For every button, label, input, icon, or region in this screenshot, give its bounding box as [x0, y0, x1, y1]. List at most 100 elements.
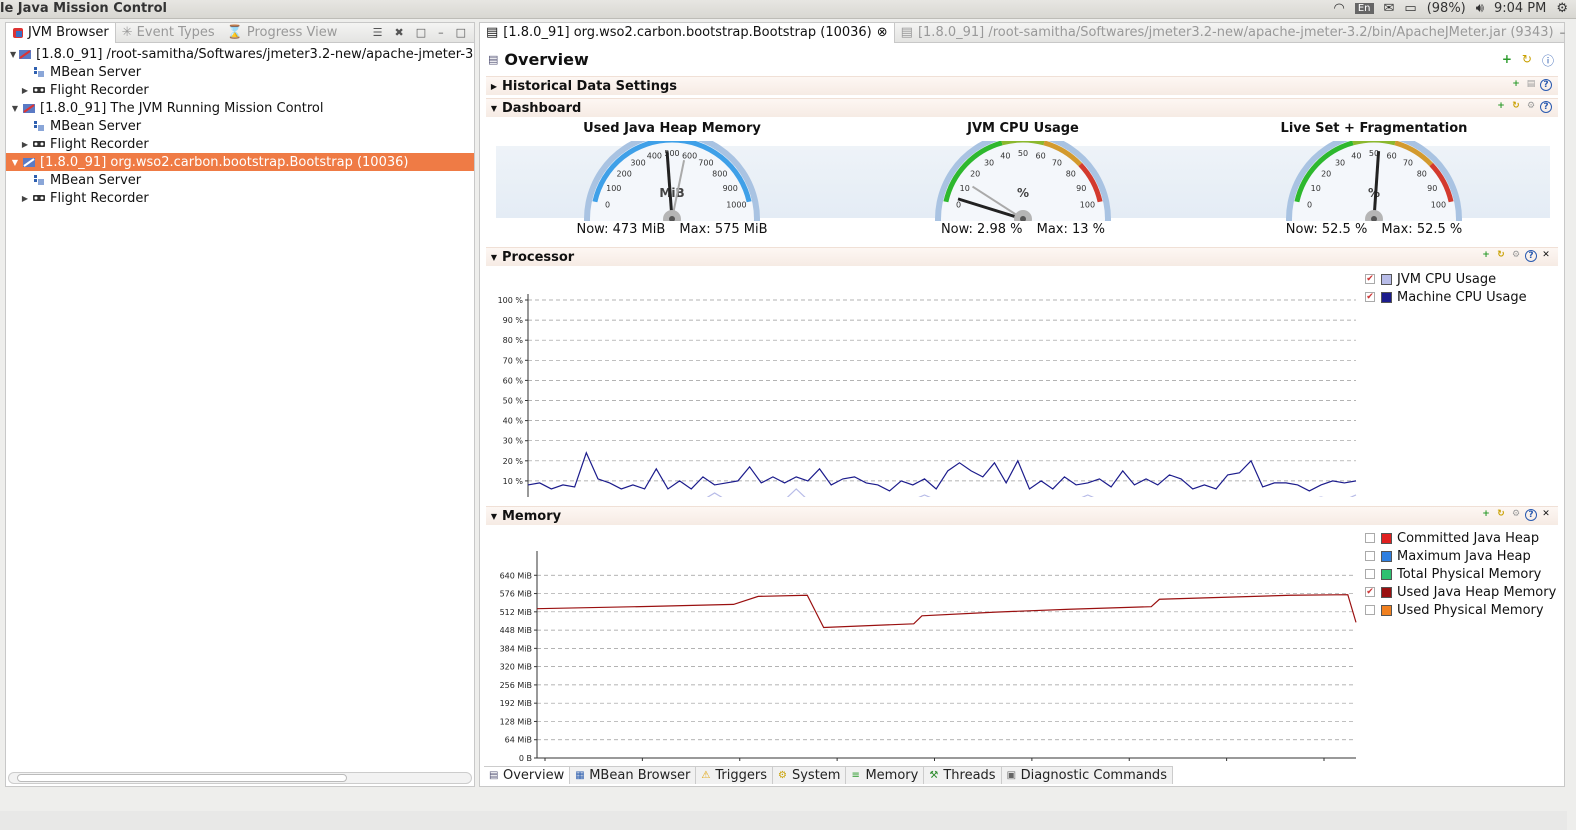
- y-tick-label: 512 MiB: [500, 608, 532, 617]
- section-dashboard[interactable]: ▼ Dashboard + ↻ ⚙ ?: [486, 98, 1558, 117]
- jvm-tree: ▼ [1.8.0_91] /root-samitha/Softwares/jme…: [6, 43, 474, 207]
- collapse-toggle-icon[interactable]: ▶: [20, 140, 30, 149]
- disconnect-icon[interactable]: ✖: [394, 26, 403, 39]
- scrollbar-thumb[interactable]: [17, 774, 347, 782]
- tab-mbean-browser[interactable]: ▦ MBean Browser: [570, 767, 697, 784]
- expand-toggle-icon[interactable]: ▼: [10, 104, 20, 113]
- y-tick-label: 40 %: [503, 417, 524, 426]
- tab-event-types[interactable]: ✳ Event Types: [116, 23, 221, 43]
- refresh-icon[interactable]: ↻: [1510, 101, 1522, 113]
- legend-checkbox[interactable]: [1365, 551, 1375, 561]
- refresh-icon[interactable]: ↻: [1522, 52, 1532, 69]
- add-icon[interactable]: +: [1502, 52, 1512, 69]
- minimize-icon[interactable]: –: [1560, 26, 1566, 39]
- legend-checkbox[interactable]: ✔: [1365, 292, 1375, 302]
- help-icon[interactable]: ?: [1525, 250, 1537, 262]
- mail-icon[interactable]: ✉: [1384, 1, 1395, 16]
- legend-checkbox[interactable]: [1365, 533, 1375, 543]
- editor-tab-label: [1.8.0_91] org.wso2.carbon.bootstrap.Boo…: [503, 25, 872, 40]
- tree-node-jvm[interactable]: ▼ [1.8.0_91] /root-samitha/Softwares/jme…: [6, 45, 474, 63]
- expand-toggle-icon[interactable]: ▼: [10, 158, 20, 167]
- tab-system[interactable]: ⚙ System: [772, 767, 847, 784]
- help-icon[interactable]: ?: [1525, 509, 1537, 521]
- volume-icon[interactable]: 🔊︎: [1476, 1, 1484, 16]
- refresh-icon[interactable]: ↻: [1495, 250, 1507, 262]
- tree-node-flight-recorder[interactable]: ▶ Flight Recorder: [6, 189, 474, 207]
- editor-tab-jmeter[interactable]: ▤ [1.8.0_91] /root-samitha/Softwares/jme…: [895, 23, 1560, 43]
- help-icon[interactable]: ?: [1540, 79, 1552, 91]
- legend-item[interactable]: Maximum Java Heap: [1365, 547, 1556, 565]
- close-icon[interactable]: ✕: [1540, 250, 1552, 262]
- legend-checkbox[interactable]: [1365, 605, 1375, 615]
- legend-item[interactable]: ✔ JVM CPU Usage: [1365, 270, 1527, 288]
- add-icon[interactable]: +: [1495, 101, 1507, 113]
- legend-label: JVM CPU Usage: [1397, 271, 1497, 287]
- tree-node-flight-recorder[interactable]: ▶ Flight Recorder: [6, 135, 474, 153]
- expand-toggle-icon[interactable]: ▼: [486, 104, 502, 113]
- y-tick-label: 80 %: [503, 336, 524, 345]
- gauge-tick-label: 200: [617, 170, 632, 179]
- chart-icon[interactable]: ▤: [1525, 79, 1537, 91]
- legend-item[interactable]: Committed Java Heap: [1365, 529, 1556, 547]
- tab-memory[interactable]: ≡ Memory: [846, 767, 925, 784]
- settings-icon[interactable]: ⚙: [1556, 1, 1568, 16]
- expand-toggle-icon[interactable]: ▼: [486, 512, 502, 521]
- add-icon[interactable]: +: [1510, 79, 1522, 91]
- tree-node-mbean-server[interactable]: MBean Server: [6, 171, 474, 189]
- help-icon[interactable]: ?: [1540, 101, 1552, 113]
- battery-icon[interactable]: ▭: [1404, 1, 1416, 16]
- connect-icon[interactable]: ☰: [373, 26, 383, 39]
- keyboard-layout-indicator[interactable]: En: [1354, 3, 1374, 14]
- tree-node-jvm-selected[interactable]: ▼ [1.8.0_91] org.wso2.carbon.bootstrap.B…: [6, 153, 474, 171]
- section-memory[interactable]: ▼ Memory + ↻ ⚙ ? ✕: [486, 506, 1558, 525]
- legend-item[interactable]: ✔ Machine CPU Usage: [1365, 288, 1527, 306]
- editor-tab-bootstrap[interactable]: ▤ [1.8.0_91] org.wso2.carbon.bootstrap.B…: [480, 22, 895, 43]
- folder-icon[interactable]: □: [416, 26, 426, 39]
- add-icon[interactable]: +: [1480, 250, 1492, 262]
- maximize-icon[interactable]: □: [456, 26, 466, 39]
- expand-toggle-icon[interactable]: ▼: [486, 253, 502, 262]
- tab-overview[interactable]: ▤ Overview: [484, 767, 571, 784]
- legend-label: Maximum Java Heap: [1397, 548, 1531, 564]
- legend-checkbox[interactable]: [1365, 569, 1375, 579]
- tab-progress-view[interactable]: ⌛ Progress View: [221, 23, 344, 43]
- close-tab-icon[interactable]: ⊗: [877, 25, 888, 40]
- expand-toggle-icon[interactable]: ▼: [10, 50, 16, 59]
- legend-item[interactable]: Total Physical Memory: [1365, 565, 1556, 583]
- tree-node-flight-recorder[interactable]: ▶ Flight Recorder: [6, 81, 474, 99]
- collapse-toggle-icon[interactable]: ▶: [486, 82, 502, 91]
- settings-icon[interactable]: ⚙: [1510, 509, 1522, 521]
- gauge-tick-label: 30: [1335, 158, 1345, 167]
- clock[interactable]: 9:04 PM: [1494, 1, 1546, 16]
- close-icon[interactable]: ✕: [1540, 509, 1552, 521]
- legend-item[interactable]: ✔ Used Java Heap Memory: [1365, 583, 1556, 601]
- y-tick-label: 50 %: [503, 397, 524, 406]
- gauge-title: JVM CPU Usage: [967, 121, 1079, 136]
- collapse-toggle-icon[interactable]: ▶: [20, 86, 30, 95]
- minimize-icon[interactable]: –: [438, 26, 444, 39]
- legend-checkbox[interactable]: ✔: [1365, 587, 1375, 597]
- gauge-tick-label: 70: [1403, 158, 1413, 167]
- settings-icon[interactable]: ⚙: [1510, 250, 1522, 262]
- refresh-icon[interactable]: ↻: [1495, 509, 1507, 521]
- legend-checkbox[interactable]: ✔: [1365, 274, 1375, 284]
- tab-threads[interactable]: ⚒ Threads: [924, 767, 1002, 784]
- tree-node-jvm[interactable]: ▼ [1.8.0_91] The JVM Running Mission Con…: [6, 99, 474, 117]
- legend-item[interactable]: Used Physical Memory: [1365, 601, 1556, 619]
- section-historical-data-settings[interactable]: ▶ Historical Data Settings + ▤ ?: [486, 76, 1558, 95]
- tab-jvm-browser[interactable]: JVM Browser: [6, 22, 116, 43]
- tab-diagnostic-commands[interactable]: ▣ Diagnostic Commands: [1001, 767, 1173, 784]
- settings-icon[interactable]: ⚙: [1525, 101, 1537, 113]
- flight-recorder-icon: [32, 138, 46, 150]
- tree-node-mbean-server[interactable]: MBean Server: [6, 63, 474, 81]
- wifi-icon[interactable]: ◠: [1334, 1, 1345, 16]
- gauge-dial: 0100200300400 500 6007008009001000MiB: [584, 141, 760, 221]
- gauge-tick-label: 400: [647, 151, 662, 160]
- horizontal-scrollbar[interactable]: [8, 772, 472, 784]
- add-icon[interactable]: +: [1480, 509, 1492, 521]
- collapse-toggle-icon[interactable]: ▶: [20, 194, 30, 203]
- tree-node-mbean-server[interactable]: MBean Server: [6, 117, 474, 135]
- tab-triggers[interactable]: ⚠ Triggers: [696, 767, 773, 784]
- help-icon[interactable]: ⓘ: [1542, 52, 1554, 69]
- section-processor[interactable]: ▼ Processor + ↻ ⚙ ? ✕: [486, 247, 1558, 266]
